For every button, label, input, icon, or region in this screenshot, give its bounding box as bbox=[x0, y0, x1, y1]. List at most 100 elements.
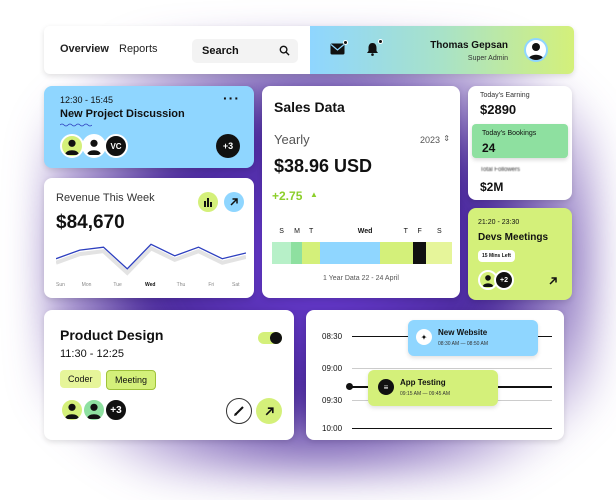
devs-time: 21:20 - 23:30 bbox=[478, 219, 520, 226]
day-tick-label: Thu bbox=[176, 282, 186, 288]
chevron-updown-icon[interactable]: ⇕ bbox=[443, 134, 450, 143]
bar-chart-button[interactable] bbox=[198, 192, 218, 212]
toggle-switch[interactable] bbox=[258, 332, 282, 344]
sales-day-label: T bbox=[308, 228, 314, 235]
time-slot-label: 08:30 bbox=[322, 332, 343, 341]
participant-avatar bbox=[82, 398, 106, 422]
arrow-up-right-icon[interactable] bbox=[548, 276, 558, 286]
sales-day-label: S bbox=[437, 228, 442, 235]
year-select[interactable]: 2023 bbox=[420, 135, 440, 145]
participant-avatar bbox=[60, 134, 84, 158]
day-tick-label: Fri bbox=[208, 282, 215, 288]
sales-footer: 1 Year Data 22 - 24 April bbox=[323, 275, 399, 282]
bar-chart-icon bbox=[204, 198, 212, 207]
time-gridline bbox=[352, 428, 552, 429]
more-participants-badge[interactable]: +3 bbox=[104, 398, 128, 422]
sales-day-labels: S M T Wed T F S bbox=[272, 228, 452, 238]
sales-day-label: M bbox=[294, 228, 300, 235]
edit-button[interactable] bbox=[226, 398, 252, 424]
arrow-up-right-icon bbox=[230, 198, 238, 206]
meeting-title: New Project Discussion bbox=[60, 108, 185, 120]
sales-heat-segment bbox=[379, 242, 399, 264]
more-participants-badge[interactable]: +3 bbox=[216, 134, 240, 158]
bell-notification-dot bbox=[378, 39, 383, 44]
event-app-testing[interactable]: ≡ App Testing 09:15 AM — 09:45 AM bbox=[368, 370, 498, 406]
sales-day-label: S bbox=[279, 228, 284, 235]
bottom-amount: $2M bbox=[480, 180, 504, 194]
sales-heat-segment bbox=[320, 242, 350, 264]
event-new-website[interactable]: ✦ New Website 08:30 AM — 08:50 AM bbox=[408, 320, 538, 356]
sales-heat-segment bbox=[272, 242, 291, 264]
sales-heat-segment bbox=[398, 242, 413, 264]
meeting-card[interactable]: 12:30 - 15:45 ··· New Project Discussion… bbox=[44, 86, 254, 168]
top-bar: Overview Reports Search Thomas Gepsan Su… bbox=[44, 26, 574, 74]
time-left-badge: 15 Mins Left bbox=[478, 250, 515, 262]
mail-notification-dot bbox=[343, 40, 348, 45]
revenue-card: Revenue This Week $84,670 Sun Mon Tue Wed Th… bbox=[44, 178, 254, 298]
user-avatar[interactable] bbox=[524, 38, 548, 62]
search-icon bbox=[279, 45, 290, 56]
sales-card: Sales Data Yearly 2023 ⇕ $38.96 USD +2.7… bbox=[262, 86, 460, 298]
person-icon bbox=[64, 403, 80, 419]
day-tick-label: Tue bbox=[113, 282, 122, 288]
person-icon bbox=[482, 275, 494, 287]
sales-day-label: Wed bbox=[357, 228, 373, 235]
earnings-card: Today's Earning $2890 Today's Bookings 2… bbox=[468, 86, 572, 200]
expand-button[interactable] bbox=[224, 192, 244, 212]
participant-avatar bbox=[60, 398, 84, 422]
nav-reports[interactable]: Reports bbox=[119, 43, 158, 55]
nav-overview[interactable]: Overview bbox=[60, 43, 109, 55]
schedule-card: 08:30 09:00 09:30 10:00 ✦ New Website 08… bbox=[306, 310, 564, 440]
participant-avatar bbox=[82, 134, 106, 158]
arrow-up-right-icon bbox=[265, 406, 274, 415]
tag-meeting[interactable]: Meeting bbox=[106, 370, 157, 390]
bookings-label: Today's Bookings bbox=[482, 130, 537, 137]
more-participants-badge[interactable]: +2 bbox=[494, 270, 514, 290]
sales-period: Yearly bbox=[274, 132, 310, 147]
person-icon bbox=[64, 139, 80, 155]
devs-meeting-card[interactable]: 21:20 - 23:30 Devs Meetings 15 Mins Left… bbox=[468, 208, 572, 300]
participant-initials: VC bbox=[104, 134, 128, 158]
event-title: App Testing bbox=[400, 378, 446, 387]
tag-coder[interactable]: Coder bbox=[60, 370, 101, 388]
product-design-card[interactable]: Product Design 11:30 - 12:25 Coder Meeti… bbox=[44, 310, 294, 440]
triangle-up-icon: ▲ bbox=[310, 190, 318, 199]
day-tick-label: Sun bbox=[56, 282, 65, 288]
sales-heat-segment bbox=[425, 242, 452, 264]
product-title: Product Design bbox=[60, 327, 164, 343]
sales-day-label: T bbox=[403, 228, 408, 235]
event-time: 08:30 AM — 08:50 AM bbox=[438, 341, 489, 347]
revenue-line-chart bbox=[56, 243, 246, 276]
revenue-title: Revenue This Week bbox=[56, 192, 155, 204]
current-time-dot bbox=[346, 383, 353, 390]
user-name: Thomas Gepsan bbox=[430, 40, 508, 51]
bookings-count: 24 bbox=[482, 141, 496, 155]
person-icon bbox=[86, 139, 102, 155]
sales-heat-segment bbox=[412, 242, 426, 264]
top-bar-user-area: Thomas Gepsan Super Admin bbox=[310, 26, 574, 74]
sales-heat-segment bbox=[349, 242, 380, 264]
pencil-icon bbox=[234, 406, 244, 416]
time-slot-label: 10:00 bbox=[322, 424, 343, 433]
bookings-tile[interactable]: Today's Bookings 24 bbox=[472, 124, 568, 158]
event-title: New Website bbox=[438, 328, 488, 337]
search-input[interactable]: Search bbox=[192, 39, 298, 63]
day-tick-label: Wed bbox=[145, 282, 156, 288]
sales-heat-bar bbox=[272, 242, 452, 264]
user-role: Super Admin bbox=[467, 55, 508, 62]
event-time: 09:15 AM — 09:45 AM bbox=[400, 391, 451, 397]
meeting-time: 12:30 - 15:45 bbox=[60, 95, 114, 105]
sales-title: Sales Data bbox=[274, 99, 345, 115]
open-button[interactable] bbox=[256, 398, 282, 424]
squiggle-underline bbox=[60, 123, 92, 127]
bell-icon[interactable] bbox=[366, 42, 379, 56]
revenue-line-shadow bbox=[56, 245, 246, 276]
blurred-label: Total Followers bbox=[480, 167, 521, 173]
sales-change: +2.75 bbox=[272, 189, 303, 203]
mail-icon[interactable] bbox=[330, 43, 345, 55]
revenue-day-axis: Sun Mon Tue Wed Thu Fri Sat bbox=[56, 282, 246, 292]
today-earning-amount: $2890 bbox=[480, 102, 517, 117]
person-icon bbox=[528, 43, 544, 60]
more-icon[interactable]: ··· bbox=[223, 90, 240, 106]
revenue-amount: $84,670 bbox=[56, 212, 125, 233]
